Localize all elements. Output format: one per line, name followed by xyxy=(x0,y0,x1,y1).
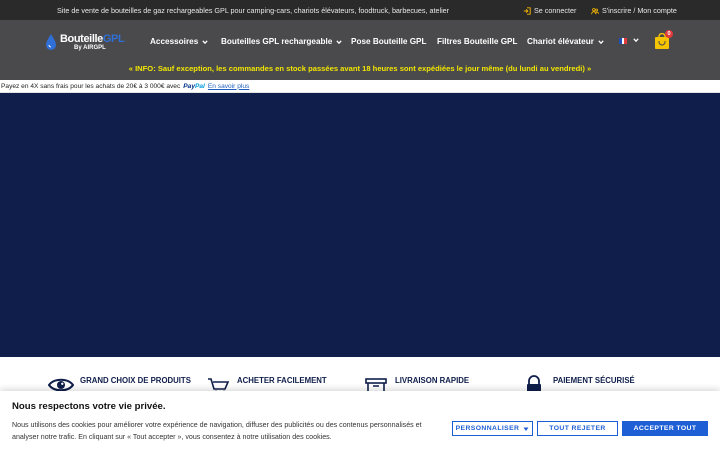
nav-bouteilles[interactable]: Bouteilles GPL rechargeable xyxy=(221,37,343,46)
signup-label: S'inscrire / Mon compte xyxy=(602,6,677,15)
login-arrow-icon xyxy=(523,6,531,15)
nav-pose-label: Pose Bouteille GPL xyxy=(351,37,427,46)
language-chevron-icon[interactable] xyxy=(633,37,639,43)
cookie-text: Nous utilisons des cookies pour améliore… xyxy=(12,421,422,441)
paypal-logo: PayPal xyxy=(183,83,205,90)
page: Site de vente de bouteilles de gaz recha… xyxy=(0,0,720,450)
site-logo[interactable]: BouteilleGPL By AIRGPL xyxy=(44,31,140,53)
cart-count-badge: 0 xyxy=(665,30,673,38)
nav-chariot-label: Chariot élévateur xyxy=(527,37,594,46)
login-link[interactable]: Se connecter xyxy=(523,6,576,15)
chevron-down-icon xyxy=(598,39,604,44)
nav-accessoires-label: Accessoires xyxy=(150,37,199,46)
customize-button[interactable]: PERSONNALISER xyxy=(452,421,533,436)
cookie-consent-banner: Nous respectons votre vie privée. Nous u… xyxy=(0,391,720,450)
paypal-logo-a: Pay xyxy=(183,82,195,90)
paypal-installments-strip: Payez en 4X sans frais pour les achats d… xyxy=(0,80,720,93)
paypal-text: Payez en 4X sans frais pour les achats d… xyxy=(1,82,181,90)
nav-filtres-label: Filtres Bouteille GPL xyxy=(437,37,518,46)
logo-byline: By AIRGPL xyxy=(74,44,106,51)
shipping-info-banner: « INFO: Sauf exception, les commandes en… xyxy=(128,64,592,73)
user-group-icon xyxy=(591,7,599,14)
customize-label: PERSONNALISER xyxy=(455,425,520,432)
nav-filtres[interactable]: Filtres Bouteille GPL xyxy=(437,37,518,46)
nav-pose[interactable]: Pose Bouteille GPL xyxy=(351,37,427,46)
gas-drop-icon xyxy=(46,34,56,50)
login-label: Se connecter xyxy=(534,6,577,15)
nav-chariot[interactable]: Chariot élévateur xyxy=(527,37,604,46)
site-header: BouteilleGPL By AIRGPL Accessoires Boute… xyxy=(0,20,720,80)
hero-banner xyxy=(0,93,720,357)
french-flag-icon[interactable] xyxy=(619,38,628,44)
nav-accessoires[interactable]: Accessoires xyxy=(150,37,208,46)
cookie-title: Nous respectons votre vie privée. xyxy=(12,401,166,412)
logo-word-a: Bouteille xyxy=(60,32,103,45)
chevron-down-icon xyxy=(202,39,208,44)
caret-down-icon xyxy=(523,427,529,431)
feature-buy-label: ACHETER FACILEMENT xyxy=(237,376,327,385)
site-tagline: Site de vente de bouteilles de gaz recha… xyxy=(57,6,450,15)
paypal-logo-b: Pal xyxy=(194,82,205,90)
top-bar: Site de vente de bouteilles de gaz recha… xyxy=(0,0,720,20)
signup-link[interactable]: S'inscrire / Mon compte xyxy=(591,6,677,15)
nav-bouteilles-label: Bouteilles GPL rechargeable xyxy=(221,37,333,46)
chevron-down-icon xyxy=(336,39,343,44)
feature-payment-label: PAIEMENT SÉCURISÉ xyxy=(553,376,635,385)
paypal-learn-more-link[interactable]: En savoir plus xyxy=(208,83,249,90)
logo-word-b: GPL xyxy=(102,32,125,45)
feature-choice-label: GRAND CHOIX DE PRODUITS xyxy=(80,376,191,385)
feature-delivery-label: LIVRAISON RAPIDE xyxy=(395,376,470,385)
accept-all-button[interactable]: ACCEPTER TOUT xyxy=(622,421,708,436)
reject-all-button[interactable]: TOUT REJETER xyxy=(537,421,618,436)
logo-wordmark: BouteilleGPL xyxy=(60,32,125,45)
